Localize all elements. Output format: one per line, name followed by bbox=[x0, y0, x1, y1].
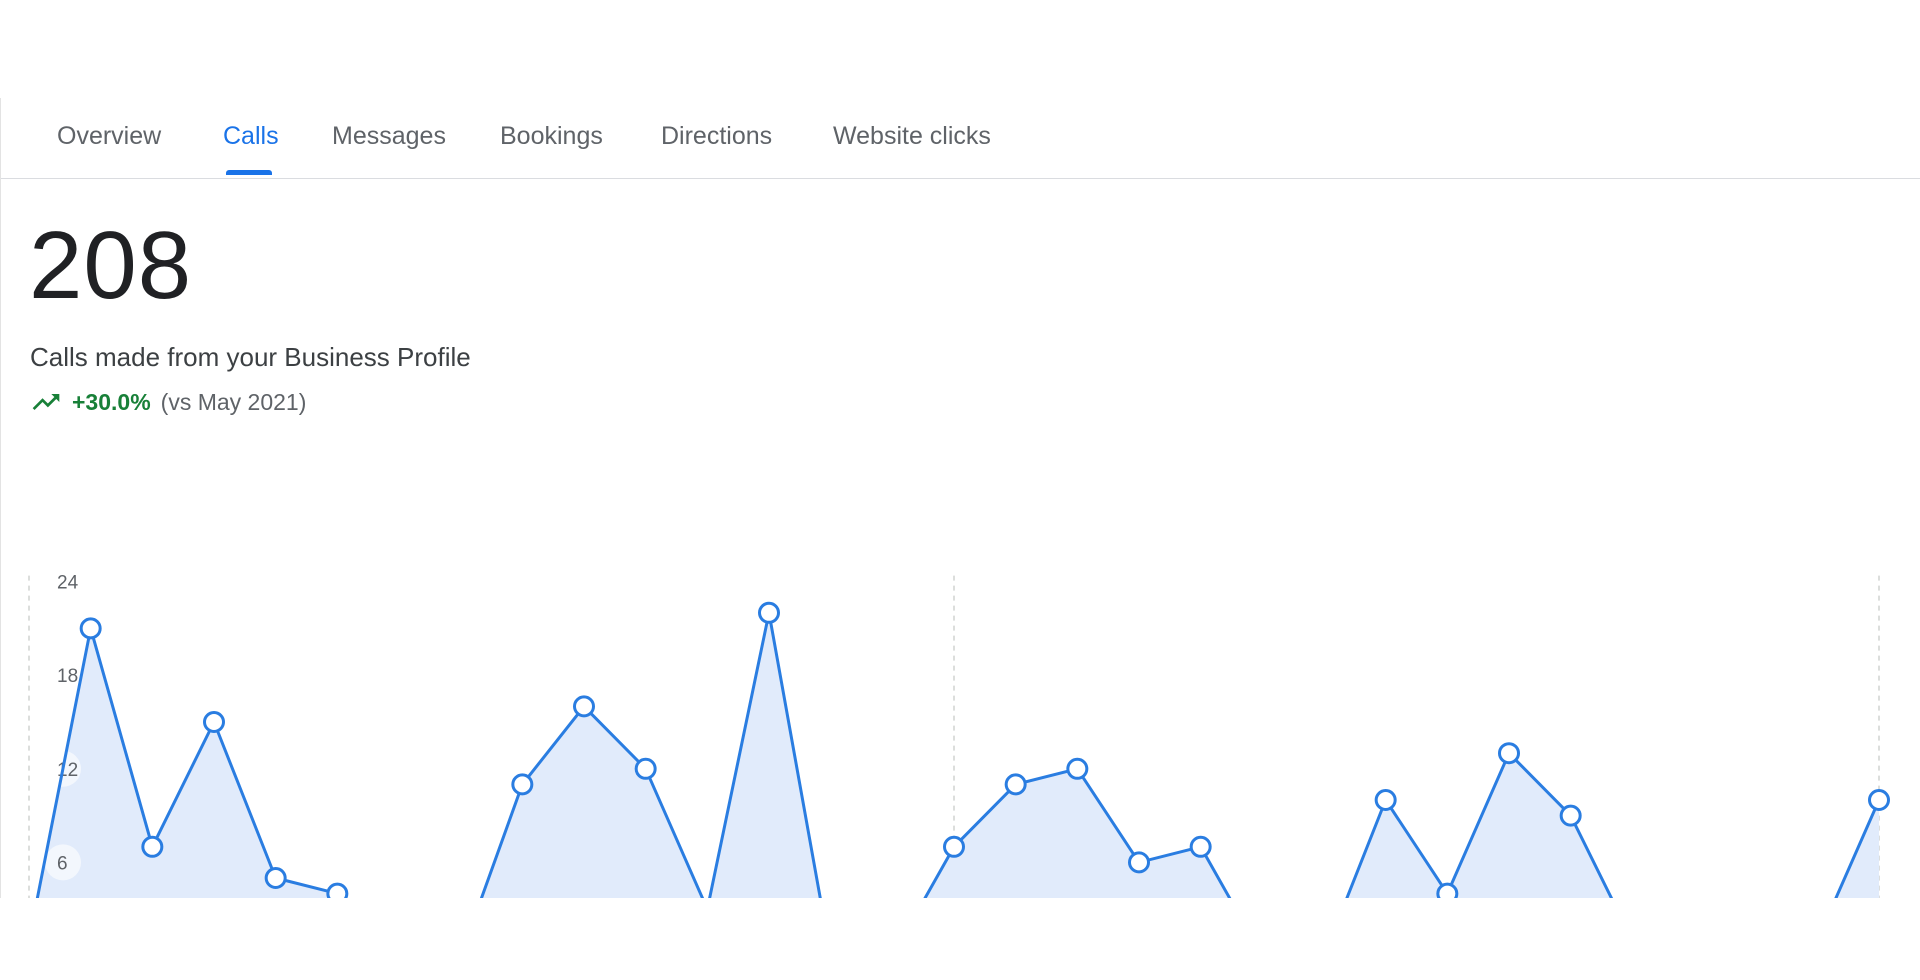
y-tick-label: 24 bbox=[57, 573, 79, 594]
data-point bbox=[1498, 742, 1520, 765]
trend-comparison: (vs May 2021) bbox=[160, 388, 307, 415]
tab-bookings[interactable]: Bookings bbox=[500, 122, 603, 151]
data-point bbox=[1559, 804, 1582, 827]
data-point bbox=[1066, 757, 1089, 780]
data-point bbox=[1128, 851, 1150, 874]
tab-website-clicks[interactable]: Website clicks bbox=[833, 122, 991, 151]
data-point bbox=[1436, 882, 1459, 898]
y-tick-label: 18 bbox=[57, 666, 78, 687]
active-tab-indicator bbox=[226, 170, 272, 175]
data-point bbox=[1004, 773, 1027, 796]
data-point bbox=[1868, 789, 1890, 811]
data-point bbox=[634, 757, 657, 780]
data-point bbox=[573, 695, 595, 718]
metrics-tab-bar: Overview Calls Messages Bookings Directi… bbox=[1, 98, 1920, 179]
data-point bbox=[326, 882, 349, 898]
performance-card: Overview Calls Messages Bookings Directi… bbox=[0, 98, 1920, 898]
data-point bbox=[511, 773, 534, 796]
trend-percentage: +30.0% bbox=[72, 388, 151, 415]
data-point bbox=[79, 617, 102, 640]
metric-description: Calls made from your Business Profile bbox=[30, 342, 471, 372]
tab-messages[interactable]: Messages bbox=[332, 122, 446, 151]
tab-calls[interactable]: Calls bbox=[223, 122, 279, 151]
data-point bbox=[758, 601, 780, 624]
data-point bbox=[141, 835, 164, 858]
calls-area-chart: 61218241 May16 May31 May bbox=[28, 573, 1890, 898]
trend-summary: +30.0% (vs May 2021) bbox=[30, 386, 306, 418]
y-tick-label: 6 bbox=[57, 853, 68, 874]
data-point bbox=[264, 867, 287, 889]
tab-directions[interactable]: Directions bbox=[661, 122, 772, 151]
data-point bbox=[203, 711, 225, 733]
data-point bbox=[943, 835, 965, 858]
tab-overview[interactable]: Overview bbox=[57, 122, 161, 151]
data-point bbox=[1374, 789, 1397, 811]
data-point bbox=[1189, 835, 1212, 858]
trending-up-icon bbox=[32, 394, 60, 410]
total-calls-value: 208 bbox=[29, 212, 193, 319]
